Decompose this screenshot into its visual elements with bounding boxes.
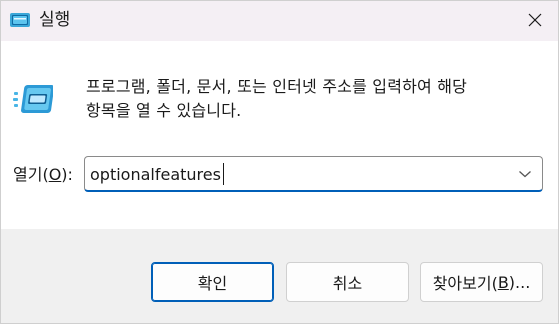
description-line-2: 항목을 열 수 있습니다. bbox=[86, 101, 242, 120]
ok-button[interactable]: 확인 bbox=[151, 262, 274, 302]
button-bar: 확인 취소 찾아보기(B)... bbox=[1, 229, 558, 323]
browse-button-accesskey: B bbox=[497, 272, 509, 292]
close-icon bbox=[528, 13, 542, 27]
command-input[interactable] bbox=[90, 161, 500, 187]
ok-button-label: 확인 bbox=[197, 274, 228, 293]
description-line-1: 프로그램, 폴더, 문서, 또는 인터넷 주소를 입력하여 해당 bbox=[86, 77, 468, 96]
open-label: 열기(O): bbox=[13, 164, 73, 186]
browse-button[interactable]: 찾아보기(B)... bbox=[420, 262, 543, 302]
run-app-icon bbox=[13, 82, 55, 118]
window-title: 실행 bbox=[39, 10, 71, 30]
title-bar: 실행 bbox=[1, 1, 558, 41]
browse-button-suffix: )... bbox=[508, 272, 531, 292]
run-icon bbox=[9, 10, 31, 30]
dialog-description: 프로그램, 폴더, 문서, 또는 인터넷 주소를 입력하여 해당 항목을 열 수… bbox=[86, 75, 541, 123]
cancel-button[interactable]: 취소 bbox=[286, 262, 409, 302]
dialog-content: 프로그램, 폴더, 문서, 또는 인터넷 주소를 입력하여 해당 항목을 열 수… bbox=[1, 41, 558, 229]
text-caret bbox=[223, 163, 224, 185]
dropdown-button[interactable] bbox=[514, 163, 536, 185]
open-label-prefix: 열기( bbox=[13, 165, 49, 184]
open-combobox[interactable] bbox=[84, 156, 543, 192]
close-button[interactable] bbox=[512, 1, 558, 39]
open-label-accesskey: O bbox=[48, 165, 62, 184]
open-label-suffix: ): bbox=[61, 165, 73, 184]
chevron-down-icon bbox=[519, 171, 531, 178]
browse-button-prefix: 찾아보기( bbox=[432, 274, 498, 293]
run-dialog: 실행 프로그램, 폴더, 문서, 또는 인터넷 주소를 입력하여 해당 항목을 … bbox=[0, 0, 559, 324]
cancel-button-label: 취소 bbox=[332, 274, 363, 293]
